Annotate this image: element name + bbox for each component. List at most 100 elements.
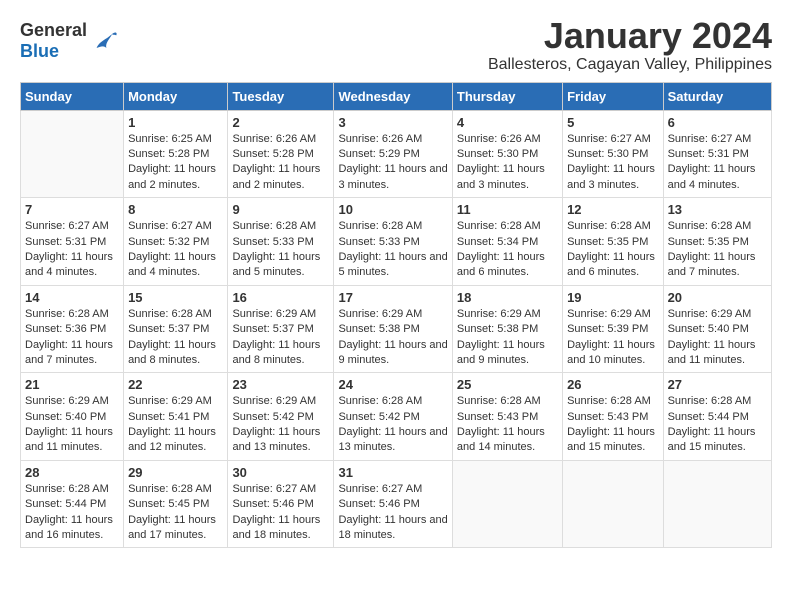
day-info: Sunrise: 6:28 AMSunset: 5:34 PMDaylight:… [457,219,558,281]
table-row: 1 Sunrise: 6:25 AMSunset: 5:28 PMDaylight… [124,110,228,198]
day-number: 18 [457,290,558,305]
logo-text: General Blue [20,20,87,62]
day-info: Sunrise: 6:28 AMSunset: 5:37 PMDaylight:… [128,307,223,369]
day-number: 8 [128,202,223,217]
calendar-week-row: 21 Sunrise: 6:29 AMSunset: 5:40 PMDayligh… [21,373,772,461]
day-number: 11 [457,202,558,217]
day-number: 21 [25,377,119,392]
logo-bird-icon [91,27,119,55]
logo: General Blue [20,20,119,62]
day-info: Sunrise: 6:28 AMSunset: 5:35 PMDaylight:… [567,219,659,281]
table-row: 16 Sunrise: 6:29 AMSunset: 5:37 PMDayligh… [228,285,334,373]
day-number: 29 [128,465,223,480]
day-number: 7 [25,202,119,217]
day-number: 9 [232,202,329,217]
day-info: Sunrise: 6:28 AMSunset: 5:44 PMDaylight:… [25,482,119,544]
day-info: Sunrise: 6:26 AMSunset: 5:28 PMDaylight:… [232,132,329,194]
day-info: Sunrise: 6:26 AMSunset: 5:29 PMDaylight:… [338,132,447,194]
day-number: 31 [338,465,447,480]
table-row: 12 Sunrise: 6:28 AMSunset: 5:35 PMDayligh… [563,198,664,286]
day-info: Sunrise: 6:28 AMSunset: 5:33 PMDaylight:… [232,219,329,281]
day-number: 26 [567,377,659,392]
day-number: 13 [668,202,767,217]
table-row: 27 Sunrise: 6:28 AMSunset: 5:44 PMDayligh… [663,373,771,461]
day-info: Sunrise: 6:27 AMSunset: 5:30 PMDaylight:… [567,132,659,194]
table-row: 13Sunrise: 6:28 AMSunset: 5:35 PMDayligh… [663,198,771,286]
table-row: 17 Sunrise: 6:29 AMSunset: 5:38 PMDayligh… [334,285,452,373]
day-info: Sunrise: 6:29 AMSunset: 5:40 PMDaylight:… [668,307,767,369]
day-number: 28 [25,465,119,480]
header-tuesday: Tuesday [228,82,334,110]
day-number: 6 [668,115,767,130]
header-sunday: Sunday [21,82,124,110]
day-info: Sunrise: 6:29 AMSunset: 5:38 PMDaylight:… [457,307,558,369]
table-row: 14 Sunrise: 6:28 AMSunset: 5:36 PMDayligh… [21,285,124,373]
day-info: Sunrise: 6:28 AMSunset: 5:45 PMDaylight:… [128,482,223,544]
day-number: 15 [128,290,223,305]
table-row: 29 Sunrise: 6:28 AMSunset: 5:45 PMDayligh… [124,460,228,548]
table-row: 28 Sunrise: 6:28 AMSunset: 5:44 PMDayligh… [21,460,124,548]
table-row: 9 Sunrise: 6:28 AMSunset: 5:33 PMDaylight… [228,198,334,286]
page-header: General Blue January 2024 Ballesteros, C… [20,16,772,74]
table-row [21,110,124,198]
table-row: 30Sunrise: 6:27 AMSunset: 5:46 PMDayligh… [228,460,334,548]
day-number: 3 [338,115,447,130]
day-number: 1 [128,115,223,130]
day-number: 22 [128,377,223,392]
page-title: January 2024 [488,16,772,56]
calendar-table: Sunday Monday Tuesday Wednesday Thursday… [20,82,772,549]
day-info: Sunrise: 6:29 AMSunset: 5:37 PMDaylight:… [232,307,329,369]
table-row: 31Sunrise: 6:27 AMSunset: 5:46 PMDayligh… [334,460,452,548]
header-saturday: Saturday [663,82,771,110]
header-monday: Monday [124,82,228,110]
day-number: 25 [457,377,558,392]
day-number: 14 [25,290,119,305]
day-number: 16 [232,290,329,305]
day-info: Sunrise: 6:29 AMSunset: 5:39 PMDaylight:… [567,307,659,369]
day-info: Sunrise: 6:28 AMSunset: 5:33 PMDaylight:… [338,219,447,281]
table-row: 22Sunrise: 6:29 AMSunset: 5:41 PMDayligh… [124,373,228,461]
day-info: Sunrise: 6:29 AMSunset: 5:40 PMDaylight:… [25,394,119,456]
table-row: 8Sunrise: 6:27 AMSunset: 5:32 PMDaylight… [124,198,228,286]
day-number: 27 [668,377,767,392]
day-number: 17 [338,290,447,305]
table-row [452,460,562,548]
calendar-week-row: 14 Sunrise: 6:28 AMSunset: 5:36 PMDayligh… [21,285,772,373]
day-number: 24 [338,377,447,392]
day-info: Sunrise: 6:29 AMSunset: 5:42 PMDaylight:… [232,394,329,456]
day-info: Sunrise: 6:28 AMSunset: 5:43 PMDaylight:… [567,394,659,456]
title-block: January 2024 Ballesteros, Cagayan Valley… [488,16,772,74]
day-number: 4 [457,115,558,130]
table-row [563,460,664,548]
header-friday: Friday [563,82,664,110]
logo-blue: Blue [20,41,87,62]
day-number: 23 [232,377,329,392]
day-number: 20 [668,290,767,305]
table-row: 18 Sunrise: 6:29 AMSunset: 5:38 PMDayligh… [452,285,562,373]
table-row: 15 Sunrise: 6:28 AMSunset: 5:37 PMDayligh… [124,285,228,373]
day-info: Sunrise: 6:28 AMSunset: 5:43 PMDaylight:… [457,394,558,456]
day-number: 30 [232,465,329,480]
table-row [663,460,771,548]
table-row: 2Sunrise: 6:26 AMSunset: 5:28 PMDaylight… [228,110,334,198]
table-row: 21 Sunrise: 6:29 AMSunset: 5:40 PMDayligh… [21,373,124,461]
day-number: 10 [338,202,447,217]
table-row: 7Sunrise: 6:27 AMSunset: 5:31 PMDaylight… [21,198,124,286]
logo-general: General [20,20,87,41]
day-info: Sunrise: 6:28 AMSunset: 5:36 PMDaylight:… [25,307,119,369]
table-row: 20 Sunrise: 6:29 AMSunset: 5:40 PMDayligh… [663,285,771,373]
header-thursday: Thursday [452,82,562,110]
day-number: 12 [567,202,659,217]
table-row: 10 Sunrise: 6:28 AMSunset: 5:33 PMDayligh… [334,198,452,286]
day-info: Sunrise: 6:28 AMSunset: 5:44 PMDaylight:… [668,394,767,456]
day-number: 19 [567,290,659,305]
table-row: 19 Sunrise: 6:29 AMSunset: 5:39 PMDayligh… [563,285,664,373]
day-info: Sunrise: 6:28 AMSunset: 5:42 PMDaylight:… [338,394,447,456]
day-info: Sunrise: 6:25 AMSunset: 5:28 PMDaylight:… [128,132,223,194]
day-info: Sunrise: 6:27 AMSunset: 5:31 PMDaylight:… [668,132,767,194]
day-info: Sunrise: 6:26 AMSunset: 5:30 PMDaylight:… [457,132,558,194]
table-row: 5Sunrise: 6:27 AMSunset: 5:30 PMDaylight… [563,110,664,198]
calendar-week-row: 7Sunrise: 6:27 AMSunset: 5:31 PMDaylight… [21,198,772,286]
table-row: 6 Sunrise: 6:27 AMSunset: 5:31 PMDaylight… [663,110,771,198]
day-info: Sunrise: 6:29 AMSunset: 5:38 PMDaylight:… [338,307,447,369]
